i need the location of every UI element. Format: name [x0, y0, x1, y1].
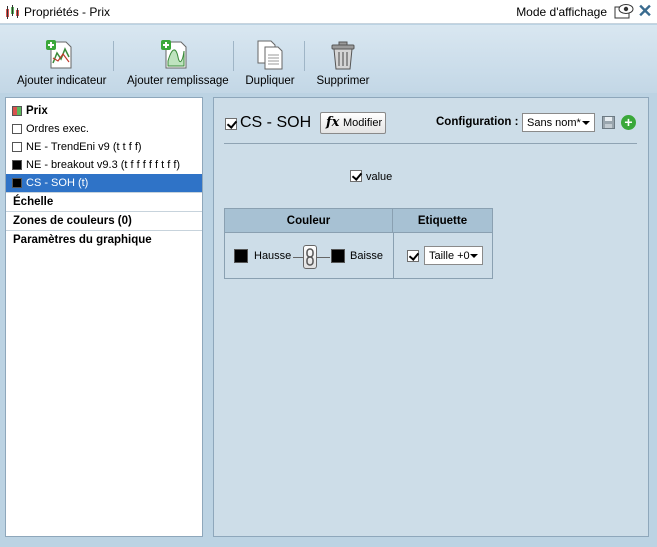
- tree-item-breakout[interactable]: NE - breakout v9.3 (t f f f f f t f f): [6, 156, 202, 174]
- toolbar-separator: [233, 41, 234, 71]
- save-icon[interactable]: [602, 116, 615, 129]
- modify-label: Modifier: [343, 117, 383, 129]
- add-fill-label: Ajouter remplissage: [127, 75, 229, 87]
- modify-button[interactable]: fx Modifier: [320, 112, 386, 134]
- indicator-visible-checkbox[interactable]: [225, 118, 237, 130]
- delete-label: Supprimer: [316, 75, 370, 87]
- color-swatch-icon: [12, 142, 22, 152]
- chevron-down-icon: [470, 254, 478, 258]
- configuration-label: Configuration :: [436, 116, 519, 128]
- window-title: Propriétés - Prix: [24, 5, 111, 19]
- duplicate-label: Dupliquer: [245, 75, 295, 87]
- add-configuration-icon[interactable]: +: [621, 115, 636, 130]
- label-size-select[interactable]: Taille +0: [424, 246, 483, 265]
- add-indicator-button[interactable]: Ajouter indicateur: [17, 39, 107, 87]
- value-label: value: [366, 171, 393, 183]
- tree-item-label: NE - breakout v9.3 (t f f f f f t f f): [26, 159, 181, 171]
- style-table: Couleur Etiquette Hausse Baisse Taille +…: [224, 208, 493, 279]
- trash-icon: [331, 41, 355, 70]
- color-swatch-icon: [12, 160, 22, 170]
- tree-item-label: Prix: [26, 105, 48, 117]
- add-indicator-icon: [46, 40, 72, 69]
- chain-link-icon[interactable]: [303, 245, 317, 269]
- tree-item-orders[interactable]: Ordres exec.: [6, 120, 202, 138]
- price-swatch-icon: [12, 106, 22, 116]
- close-icon[interactable]: ✕: [637, 2, 653, 20]
- color-column-header: Couleur: [225, 209, 393, 233]
- configuration-select[interactable]: Sans nom*: [522, 113, 595, 132]
- duplicate-button[interactable]: Dupliquer: [244, 39, 296, 87]
- indicator-title: CS - SOH: [240, 114, 312, 131]
- link-line: [317, 257, 330, 258]
- tree-item-label: CS - SOH (t): [26, 177, 89, 189]
- down-color-label: Baisse: [350, 250, 384, 262]
- label-column-header: Etiquette: [393, 209, 492, 233]
- element-tree-panel: Prix Ordres exec. NE - TrendEni v9 (t t …: [5, 97, 203, 537]
- delete-button[interactable]: Supprimer: [316, 39, 370, 87]
- tree-item-cs-soh[interactable]: CS - SOH (t): [6, 174, 202, 192]
- title-bar: Propriétés - Prix Mode d'affichage ✕: [0, 0, 657, 24]
- indicator-settings-panel: CS - SOH fx Modifier Configuration : San…: [213, 97, 649, 537]
- toolbar-separator: [113, 41, 114, 71]
- up-color-label: Hausse: [254, 250, 292, 262]
- tree-item-prix[interactable]: Prix: [6, 102, 202, 120]
- toolbar-separator: [304, 41, 305, 71]
- color-swatch-icon: [12, 124, 22, 134]
- section-color-zones[interactable]: Zones de couleurs (0): [6, 211, 202, 230]
- duplicate-icon: [257, 40, 283, 70]
- column-separator: [393, 233, 394, 279]
- add-fill-button[interactable]: Ajouter remplissage: [127, 39, 229, 87]
- tree-item-label: Ordres exec.: [26, 123, 89, 135]
- toolbar: Ajouter indicateur Ajouter remplissage D…: [0, 25, 657, 93]
- label-size-value: Taille +0: [429, 250, 470, 262]
- display-mode-label[interactable]: Mode d'affichage: [516, 5, 607, 19]
- tree-item-trendeni[interactable]: NE - TrendEni v9 (t t f f): [6, 138, 202, 156]
- header-divider: [224, 143, 637, 144]
- section-chart-settings[interactable]: Paramètres du graphique: [6, 230, 202, 249]
- value-checkbox[interactable]: [350, 170, 362, 182]
- section-scale[interactable]: Échelle: [6, 192, 202, 211]
- color-swatch-icon: [12, 178, 22, 188]
- chevron-down-icon: [582, 121, 590, 125]
- app-candlestick-icon: [6, 5, 19, 19]
- display-mode-icon[interactable]: [614, 3, 634, 20]
- tree-item-label: NE - TrendEni v9 (t t f f): [26, 141, 142, 153]
- label-enabled-checkbox[interactable]: [407, 250, 419, 262]
- up-color-swatch[interactable]: [234, 249, 248, 263]
- configuration-value: Sans nom*: [527, 117, 581, 129]
- function-icon: fx: [326, 115, 340, 130]
- add-indicator-label: Ajouter indicateur: [17, 75, 107, 87]
- down-color-swatch[interactable]: [331, 249, 345, 263]
- link-line: [293, 257, 303, 258]
- add-fill-icon: [161, 40, 187, 69]
